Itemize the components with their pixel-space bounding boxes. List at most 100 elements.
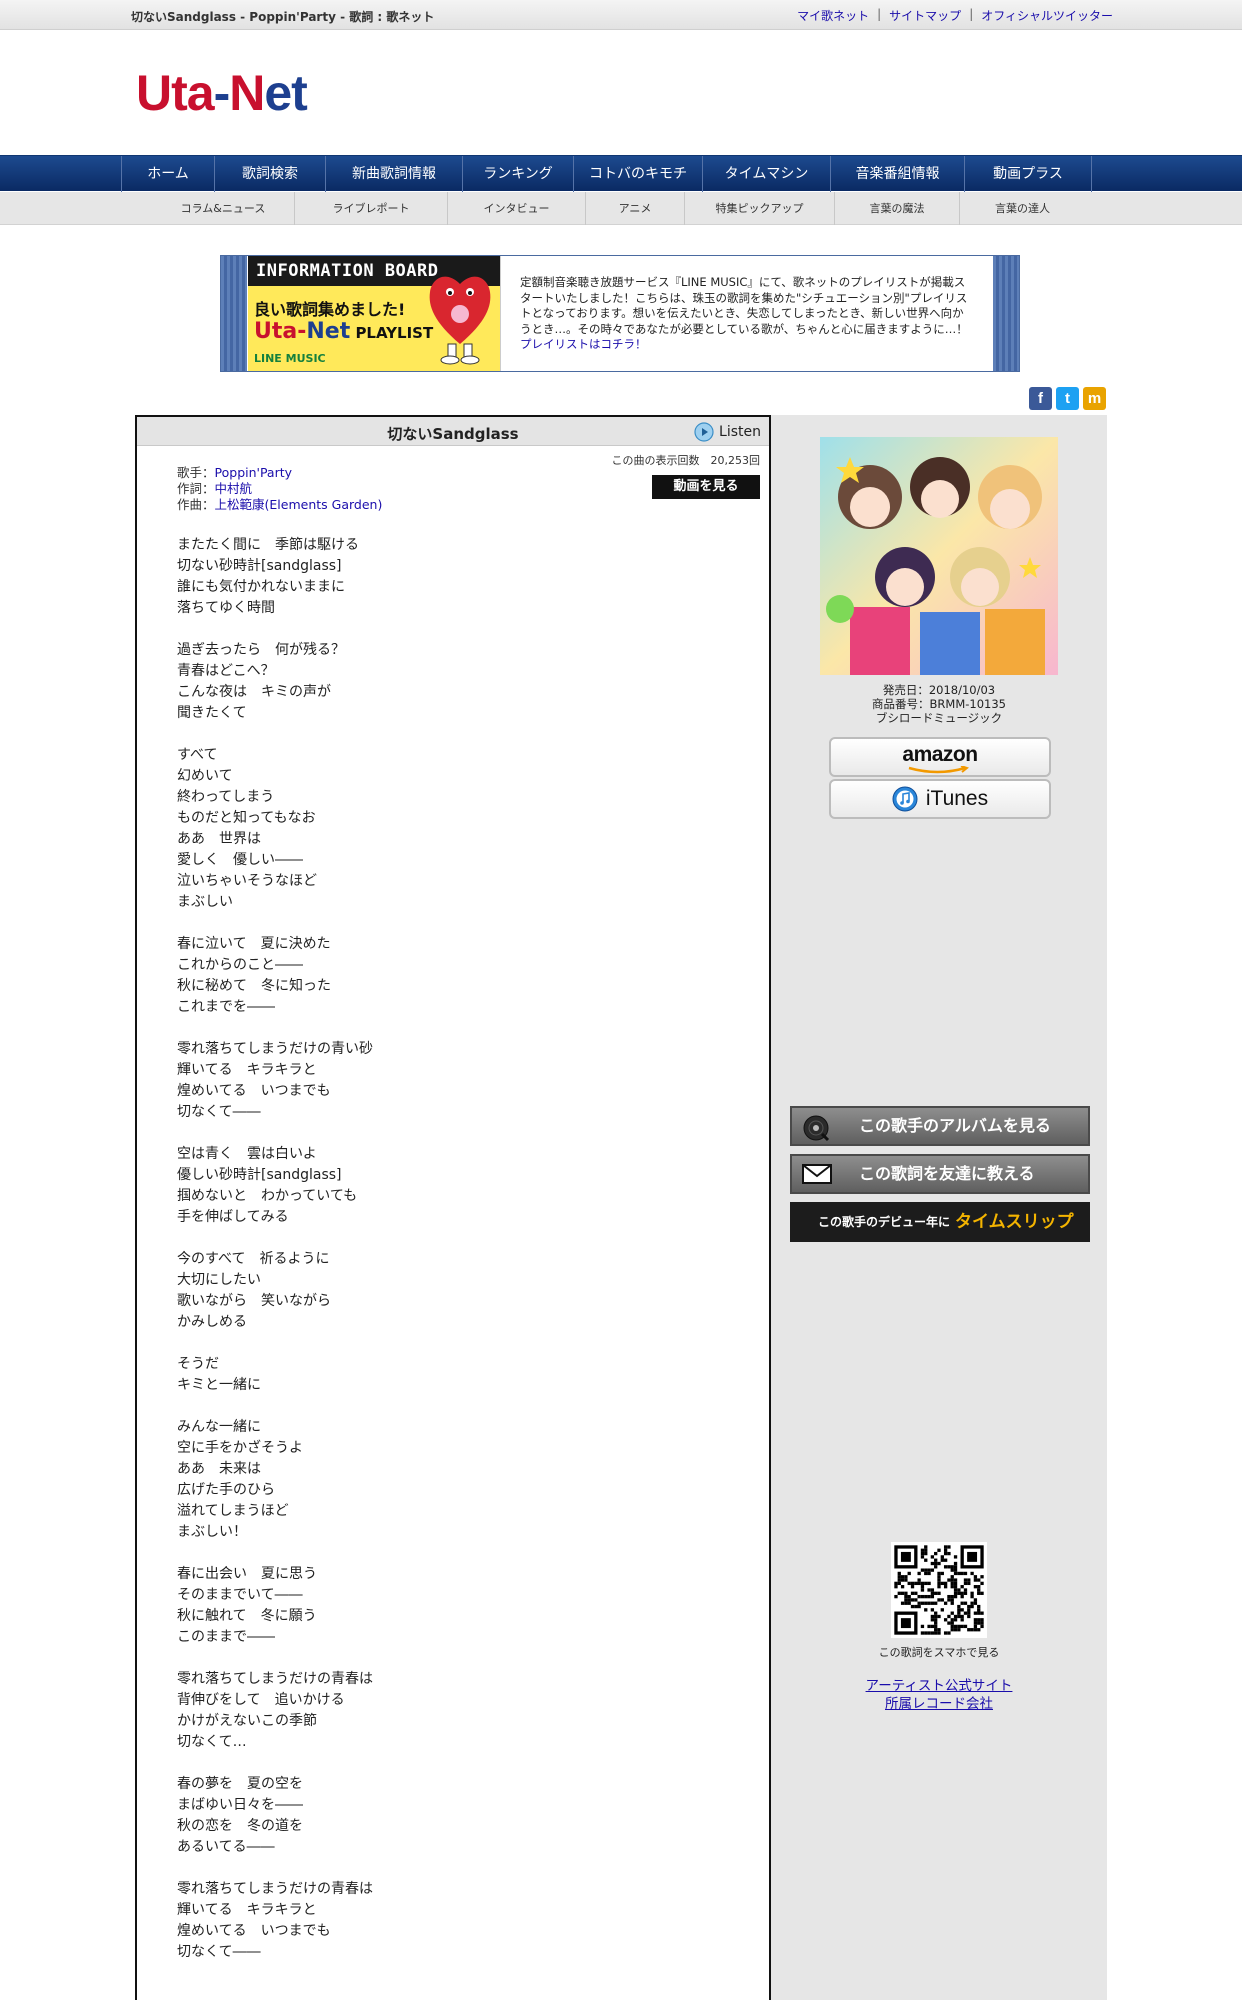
lyrics-line: かけがえないこの季節 (177, 1713, 317, 1729)
amazon-label: amazon (902, 743, 978, 766)
board-stripe-right (993, 256, 1019, 371)
view-albums-button[interactable]: この歌手のアルバムを見る (790, 1106, 1090, 1146)
singer-label: 歌手： (177, 465, 215, 480)
lyrics-line: 広げた手のひら (177, 1482, 275, 1498)
lyrics-stanza: みんな一緒に 空に手をかざそうよ ああ 未来は 広げた手のひら 溢れてしまうほど まぶしい… (177, 1417, 373, 1543)
lyricist-link[interactable]: 中村航 (215, 481, 253, 496)
board-stripe-left (221, 256, 247, 371)
lyrics-line: 零れ落ちてしまうだけの青春は (177, 1881, 373, 1897)
board-text-body: 定額制音楽聴き放題サービス『LINE MUSIC』にて、歌ネットのプレイリストが… (520, 275, 968, 336)
composer-link[interactable]: 上松範康(Elements Garden) (215, 497, 383, 512)
record-company-link[interactable]: 所属レコード会社 (771, 1695, 1107, 1713)
twitter-icon[interactable]: t (1056, 387, 1079, 410)
lyrics-line: 歌いながら 笑いながら (177, 1293, 331, 1309)
lyrics-line: 春の夢を 夏の空を (177, 1776, 303, 1792)
lyrics-line: 幻めいて (177, 768, 233, 784)
social-share: f t m (1029, 387, 1106, 410)
nav-new-lyrics[interactable]: 新曲歌詞情報 (325, 156, 462, 192)
lyrics-stanza: 零れ落ちてしまうだけの青春は 輝いてる キラキラと 煌めいてる いつまでも 切なくて―… (177, 1879, 373, 1963)
song-title-bar: 切ないSandglass Listen (137, 417, 769, 446)
timeslip-button[interactable]: この歌手のデビュー年に タイムスリップ (790, 1202, 1090, 1242)
lyrics-line: あるいてる―― (177, 1839, 275, 1855)
information-board: INFORMATION BOARD 良い歌詞集めました! Uta-Net PLA… (220, 255, 1020, 372)
nav-timemachine[interactable]: タイムマシン (702, 156, 830, 192)
side-links: アーティスト公式サイト 所属レコード会社 (771, 1677, 1107, 1713)
sidebar: 発売日：2018/10/03 商品番号：BRMM-10135 ブシロードミュージ… (771, 415, 1107, 2000)
subnav-column-news[interactable]: コラム&ニュース (152, 192, 295, 225)
subnav-feature[interactable]: 特集ピックアップ (685, 192, 835, 225)
lyrics-line: 手を伸ばしてみる (177, 1209, 289, 1225)
site-logo[interactable]: Uta-Net (136, 64, 308, 122)
play-icon (694, 422, 714, 442)
facebook-icon[interactable]: f (1029, 387, 1052, 410)
board-text: 定額制音楽聴き放題サービス『LINE MUSIC』にて、歌ネットのプレイリストが… (520, 275, 968, 353)
subnav-interview[interactable]: インタビュー (448, 192, 586, 225)
singer-row: 歌手：Poppin'Party (177, 465, 382, 481)
lyrics-line: 空は青く 雲は白いよ (177, 1146, 317, 1162)
lyricist-row: 作詞：中村航 (177, 481, 382, 497)
subnav-anime[interactable]: アニメ (586, 192, 685, 225)
watch-video-button[interactable]: 動画を見る (652, 475, 760, 499)
artist-official-site-link[interactable]: アーティスト公式サイト (771, 1677, 1107, 1695)
lyrics-line: 愛しく 優しい―― (177, 852, 303, 868)
my-utanet-link[interactable]: マイ歌ネット (797, 7, 869, 24)
subnav-word-master[interactable]: 言葉の達人 (960, 192, 1085, 225)
logo-dash: - (213, 65, 231, 121)
mail-icon (802, 1164, 832, 1184)
subnav-word-magic[interactable]: 言葉の魔法 (835, 192, 960, 225)
lyrics-line: 溢れてしまうほど (177, 1503, 289, 1519)
lyrics-line: 終わってしまう (177, 789, 275, 805)
lyrics-stanza: 春に泣いて 夏に決めた これからのこと―― 秋に秘めて 冬に知った これまでを―― (177, 934, 373, 1018)
lyrics-stanza: そうだ キミと一緒に (177, 1354, 373, 1396)
lyrics-line: かみしめる (177, 1314, 247, 1330)
composer-row: 作曲：上松範康(Elements Garden) (177, 497, 382, 513)
lyrics-line: 輝いてる キラキラと (177, 1062, 317, 1078)
lyrics-line: 春に出会い 夏に思う (177, 1566, 317, 1582)
amazon-button[interactable]: amazon (829, 737, 1051, 777)
lyrics-line: そうだ (177, 1356, 219, 1372)
lyrics-line: 輝いてる キラキラと (177, 1902, 317, 1918)
itunes-button[interactable]: iTunes (829, 779, 1051, 819)
lyrics-line: まぶしい！ (177, 1524, 247, 1540)
lyrics-line: 煌めいてる いつまでも (177, 1923, 331, 1939)
tell-friend-button[interactable]: この歌詞を友達に教える (790, 1154, 1090, 1194)
lyrics-line: 切なくて―― (177, 1944, 261, 1960)
nav-music-tv[interactable]: 音楽番組情報 (830, 156, 964, 192)
nav-kotoba[interactable]: コトバのキモチ (573, 156, 702, 192)
lyrics-line: 泣いちゃいそうなほど (177, 873, 317, 889)
lyrics-line: こんな夜は キミの声が (177, 684, 331, 700)
lyrics-body: またたく間に 季節は駆ける 切ない砂時計[sandglass] 誰にも気付かれないま… (177, 535, 373, 1984)
top-links: マイ歌ネット | サイトマップ | オフィシャルツイッター (797, 7, 1113, 24)
listen-label: Listen (719, 424, 761, 440)
tell-friend-label: この歌詞を友達に教える (859, 1164, 1035, 1183)
separator: | (969, 7, 974, 21)
view-count-label: この曲の表示回数 (611, 454, 700, 467)
lyrics-stanza: 零れ落ちてしまうだけの青春は 背伸びをして 追いかける かけがえないこの季節 切なくて… (177, 1669, 373, 1753)
lyrics-stanza: 春に出会い 夏に思う そのままでいて―― 秋に触れて 冬に願う このままで―― (177, 1564, 373, 1648)
lyrics-line: 掴めないと わかっていても (177, 1188, 358, 1204)
logo-n: N (229, 65, 265, 121)
album-jacket-image[interactable] (820, 437, 1058, 675)
banner-uta: Uta- (254, 319, 307, 344)
nav-ranking[interactable]: ランキング (462, 156, 573, 192)
timeslip-small: この歌手のデビュー年に (818, 1215, 951, 1229)
singer-link[interactable]: Poppin'Party (215, 465, 293, 480)
subnav-live-report[interactable]: ライブレポート (295, 192, 448, 225)
nav-home[interactable]: ホーム (121, 156, 214, 192)
product-code: 商品番号：BRMM-10135 (872, 697, 1006, 711)
official-twitter-link[interactable]: オフィシャルツイッター (981, 7, 1113, 24)
listen-button[interactable]: Listen (694, 422, 761, 442)
nav-lyrics-search[interactable]: 歌詞検索 (214, 156, 325, 192)
itunes-note-icon (892, 786, 918, 812)
view-albums-label: この歌手のアルバムを見る (859, 1116, 1051, 1135)
mixi-icon[interactable]: m (1083, 387, 1106, 410)
lyrics-line: そのままでいて―― (177, 1587, 303, 1603)
lyrics-line: 聞きたくて (177, 705, 247, 721)
playlist-link[interactable]: プレイリストはコチラ！ (520, 337, 647, 351)
sitemap-link[interactable]: サイトマップ (889, 7, 961, 24)
lyrics-stanza: 春の夢を 夏の空を まばゆい日々を―― 秋の恋を 冬の道を あるいてる―― (177, 1774, 373, 1858)
line-music-banner[interactable]: INFORMATION BOARD 良い歌詞集めました! Uta-Net PLA… (248, 256, 501, 371)
view-count-value: 20,253回 (710, 454, 761, 467)
banner-line2: Uta-Net PLAYLIST (254, 319, 433, 344)
nav-video-plus[interactable]: 動画プラス (964, 156, 1092, 192)
